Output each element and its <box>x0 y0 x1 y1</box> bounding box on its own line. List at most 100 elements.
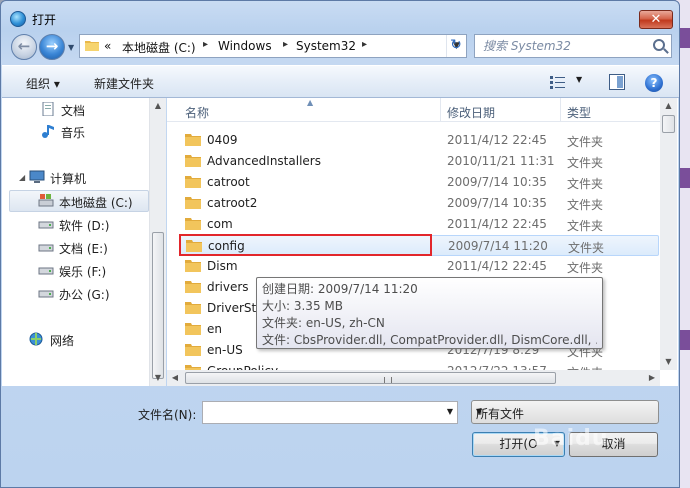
file-type: 文件夹 <box>567 135 604 149</box>
music-icon <box>42 125 54 138</box>
scroll-grip <box>384 377 392 383</box>
folder-icon <box>185 134 201 146</box>
folder-icon <box>185 197 201 209</box>
file-type: 文件夹 <box>567 261 604 275</box>
close-button[interactable]: ✕ <box>639 10 673 29</box>
file-row[interactable]: catroot 2009/7/14 10:35 文件夹 <box>179 172 659 193</box>
title-bar[interactable]: 打开 ✕ <box>1 1 679 35</box>
chevron-down-icon[interactable]: ▼ <box>554 433 560 455</box>
search-box[interactable] <box>474 34 672 58</box>
recent-locations-dropdown[interactable]: ▼ <box>68 43 76 52</box>
sidebar-item-label: 娱乐 (F:) <box>59 265 107 279</box>
column-header-type[interactable]: 类型 <box>567 104 591 121</box>
file-date: 2009/7/14 10:35 <box>447 196 547 210</box>
refresh-button[interactable]: ↻ <box>444 34 468 58</box>
navigation-pane: 文档 音乐 ◢ 计算机 本地磁盘 (C:) 软件 (D:) 文档 (E:) 娱乐… <box>2 98 166 386</box>
address-overflow-button[interactable]: « <box>104 39 111 53</box>
scroll-up-arrow-icon[interactable]: ▲ <box>660 98 677 114</box>
file-name: en-US <box>207 343 243 357</box>
scroll-thumb[interactable] <box>662 115 675 133</box>
folder-icon <box>185 176 201 188</box>
scroll-left-arrow-icon[interactable]: ◀ <box>167 370 183 386</box>
file-type: 文件夹 <box>567 198 604 212</box>
address-bar[interactable]: « 本地磁盘 (C:) ▸ Windows ▸ System32 ▸ ▼ <box>79 34 467 58</box>
chevron-down-icon: ▼ <box>476 407 483 416</box>
column-header-name[interactable]: 名称 <box>185 104 209 121</box>
scroll-right-arrow-icon[interactable]: ▶ <box>644 370 660 386</box>
breadcrumb-separator[interactable]: ▸ <box>362 39 367 50</box>
app-icon <box>10 11 26 27</box>
drive-icon <box>38 194 54 207</box>
chevron-down-icon[interactable]: ▼ <box>447 407 453 416</box>
scroll-thumb[interactable] <box>185 372 556 384</box>
column-header-date[interactable]: 修改日期 <box>447 104 495 121</box>
back-button[interactable]: ← <box>11 34 37 60</box>
file-name: 0409 <box>207 133 238 147</box>
file-row[interactable]: catroot2 2009/7/14 10:35 文件夹 <box>179 193 659 214</box>
file-row[interactable]: Dism 2011/4/12 22:45 文件夹 <box>179 256 659 277</box>
sidebar-item-label: 办公 (G:) <box>59 288 110 302</box>
collapse-arrow-icon[interactable]: ◢ <box>19 173 25 182</box>
scroll-up-arrow-icon[interactable]: ▲ <box>150 98 166 114</box>
sidebar-item-label: 本地磁盘 (C:) <box>59 196 133 210</box>
breadcrumb-separator[interactable]: ▸ <box>283 39 288 50</box>
file-name: catroot2 <box>207 196 258 210</box>
filename-field[interactable]: ▼ <box>202 401 458 424</box>
file-list-vertical-scrollbar[interactable]: ▲ ▼ <box>660 98 677 370</box>
drive-icon <box>38 221 54 229</box>
organize-button[interactable]: 组织 ▾ <box>26 75 60 92</box>
file-list-horizontal-scrollbar[interactable]: ◀ ▶ <box>167 370 660 386</box>
file-row[interactable]: AdvancedInstallers 2010/11/21 11:31 文件夹 <box>179 151 659 172</box>
breadcrumb-segment[interactable]: 本地磁盘 (C:) <box>122 39 196 56</box>
search-icon[interactable] <box>653 39 665 51</box>
navigation-scrollbar[interactable]: ▲ ▼ <box>149 98 166 386</box>
folder-icon <box>185 281 201 293</box>
forward-arrow-icon: → <box>45 37 59 55</box>
file-type-filter[interactable]: 所有文件 ▼ <box>471 400 659 424</box>
file-date: 2011/4/12 22:45 <box>447 133 547 147</box>
preview-pane-icon[interactable] <box>609 74 625 90</box>
scroll-down-arrow-icon[interactable]: ▼ <box>660 354 677 370</box>
breadcrumb-segment[interactable]: System32 <box>296 39 356 53</box>
new-folder-button[interactable]: 新建文件夹 <box>94 75 154 92</box>
file-row[interactable]: 0409 2011/4/12 22:45 文件夹 <box>179 130 659 151</box>
refresh-icon: ↻ <box>450 37 462 53</box>
breadcrumb-separator[interactable]: ▸ <box>203 39 208 50</box>
file-name: com <box>207 217 233 231</box>
drive-icon <box>38 267 54 275</box>
view-dropdown-icon[interactable]: ▼ <box>576 75 582 84</box>
column-divider[interactable] <box>560 98 561 122</box>
tooltip-line: 大小: 3.35 MB <box>262 299 343 313</box>
file-date: 2009/7/14 10:35 <box>447 175 547 189</box>
column-divider[interactable] <box>440 98 441 122</box>
file-type: 文件夹 <box>567 156 604 170</box>
sidebar-item-label: 计算机 <box>50 172 87 186</box>
folder-icon <box>185 155 201 167</box>
open-button-label: 打开(O <box>499 437 538 451</box>
file-row[interactable]: com 2011/4/12 22:45 文件夹 <box>179 214 659 235</box>
scroll-thumb[interactable] <box>152 232 164 379</box>
file-name: drivers <box>207 280 249 294</box>
column-header-row: ▲ 名称 修改日期 类型 <box>167 98 661 122</box>
file-name: en <box>207 322 222 336</box>
file-date: 2010/11/21 11:31 <box>447 154 555 168</box>
sidebar-item-label: 音乐 <box>61 126 86 140</box>
sidebar-item-label: 文档 <box>61 104 86 118</box>
help-button[interactable]: ? <box>645 74 663 92</box>
search-input[interactable] <box>475 35 645 57</box>
sidebar-item-label: 网络 <box>50 334 75 348</box>
forward-button[interactable]: → <box>39 34 65 60</box>
background-marker <box>680 330 690 350</box>
file-type: 文件夹 <box>567 177 604 191</box>
open-button[interactable]: 打开(O ▼ <box>472 432 565 457</box>
cancel-button[interactable]: 取消 <box>569 432 658 457</box>
file-name: AdvancedInstallers <box>207 154 321 168</box>
document-icon <box>42 102 54 116</box>
network-icon <box>29 332 43 346</box>
view-options-icon[interactable] <box>549 74 567 90</box>
filename-input[interactable] <box>203 402 433 423</box>
scroll-down-arrow-icon[interactable]: ▼ <box>150 370 166 386</box>
folder-icon <box>185 218 201 230</box>
sort-ascending-icon: ▲ <box>307 98 314 107</box>
breadcrumb-segment[interactable]: Windows <box>218 39 272 53</box>
